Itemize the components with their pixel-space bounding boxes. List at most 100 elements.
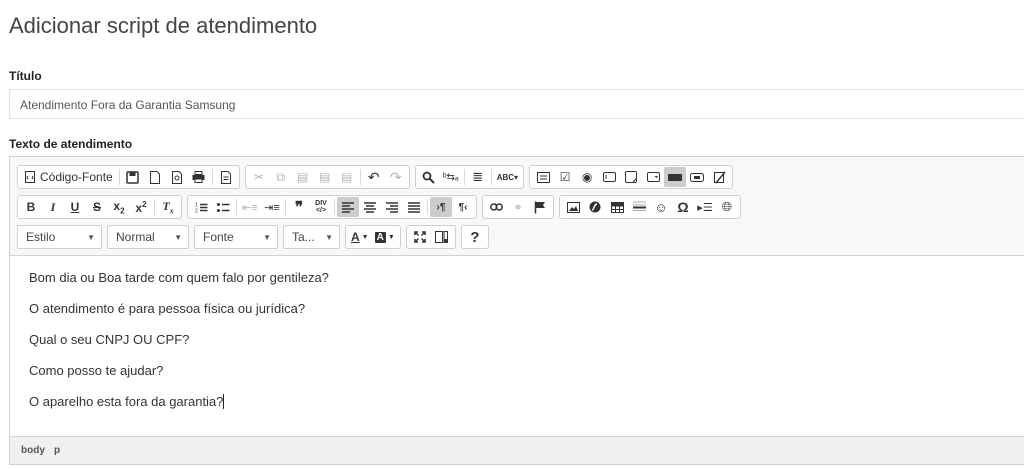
remove-format-button[interactable]: Tx: [157, 197, 179, 217]
align-right-button[interactable]: [381, 197, 403, 217]
undo-button[interactable]: ↶: [363, 167, 385, 187]
separator: [463, 169, 465, 185]
textarea-button[interactable]: [620, 167, 642, 187]
align-left-button[interactable]: [337, 197, 359, 217]
paragraph-group: 12 ⇤≡ ⇥≡ ❞ DIV </> ›¶ ¶‹: [187, 195, 477, 219]
superscript-icon: x2: [135, 199, 147, 215]
blockquote-icon: ❞: [294, 199, 304, 216]
bold-button[interactable]: B: [20, 197, 42, 217]
new-page-button[interactable]: [144, 167, 166, 187]
chevron-down-icon: ▼: [361, 233, 369, 241]
maximize-button[interactable]: [409, 227, 431, 247]
copy-button[interactable]: ⧉: [270, 167, 292, 187]
preview-button[interactable]: [166, 167, 188, 187]
italic-button[interactable]: I: [42, 197, 64, 217]
image-button-icon: [690, 172, 705, 182]
styles-dropdown[interactable]: Estilo ▼: [17, 225, 102, 249]
separator: [490, 169, 492, 185]
radio-icon: ◉: [581, 170, 593, 184]
separator: [427, 199, 428, 215]
show-blocks-button[interactable]: [431, 227, 453, 247]
spellcheck-button[interactable]: ABC▾: [494, 167, 521, 187]
help-button[interactable]: ?: [464, 227, 486, 247]
find-button[interactable]: [418, 167, 440, 187]
hidden-field-button[interactable]: [708, 167, 730, 187]
paste-text-button[interactable]: ▤: [314, 167, 336, 187]
justify-button[interactable]: [403, 197, 425, 217]
superscript-button[interactable]: x2: [130, 197, 152, 217]
anchor-icon: [534, 201, 546, 214]
horizontal-rule-icon: [632, 201, 646, 213]
save-icon: [126, 170, 139, 184]
chevron-down-icon: ▼: [87, 232, 95, 242]
page-break-button[interactable]: ▸☰: [694, 197, 716, 217]
ltr-button[interactable]: ›¶: [430, 197, 452, 217]
size-dropdown[interactable]: Ta... ▼: [283, 225, 340, 249]
tools-group: [405, 225, 456, 249]
select-all-button[interactable]: ≣: [467, 167, 489, 187]
editor-paragraph-last: O aparelho esta fora da garantia?: [29, 394, 329, 410]
separator: [154, 199, 155, 215]
anchor-button[interactable]: [529, 197, 551, 217]
path-item-body[interactable]: body: [21, 445, 45, 456]
titulo-input[interactable]: Atendimento Fora da Garantia Samsung: [9, 89, 1024, 119]
editor-content[interactable]: Bom dia ou Boa tarde com quem falo por g…: [29, 270, 329, 425]
form-button[interactable]: [532, 167, 554, 187]
redo-button[interactable]: ↷: [385, 167, 407, 187]
replace-button[interactable]: ᵇ⇆ₐ: [440, 167, 462, 187]
paste-word-icon: ▤: [341, 170, 353, 184]
justify-icon: [408, 201, 420, 213]
image-button-button[interactable]: [686, 167, 708, 187]
blockquote-button[interactable]: ❞: [288, 197, 310, 217]
outdent-button[interactable]: ⇤≡: [239, 197, 261, 217]
unlink-button[interactable]: ⚭: [507, 197, 529, 217]
button-field-button[interactable]: [664, 167, 687, 187]
link-icon: [489, 203, 503, 211]
numbered-list-button[interactable]: 12: [190, 197, 212, 217]
undo-icon: ↶: [367, 168, 380, 185]
flash-button[interactable]: [584, 197, 606, 217]
rtl-button[interactable]: ¶‹: [452, 197, 474, 217]
path-item-p[interactable]: p: [54, 445, 60, 456]
subscript-button[interactable]: x2: [108, 197, 130, 217]
paste-button[interactable]: ▤: [292, 167, 314, 187]
source-button[interactable]: Código-Fonte: [20, 167, 117, 187]
text-color-button[interactable]: A ▼: [348, 227, 372, 247]
textfield-icon: [602, 172, 616, 182]
smiley-button[interactable]: ☺: [650, 197, 672, 217]
indent-icon: ⇥≡: [264, 201, 280, 214]
size-dropdown-label: Ta...: [292, 230, 315, 244]
select-field-button[interactable]: [642, 167, 664, 187]
align-center-icon: [364, 201, 376, 213]
redo-icon: ↷: [389, 168, 402, 185]
align-center-button[interactable]: [359, 197, 381, 217]
special-char-button[interactable]: Ω: [672, 197, 694, 217]
print-button[interactable]: [188, 167, 210, 187]
indent-button[interactable]: ⇥≡: [261, 197, 283, 217]
chevron-down-icon: ▼: [174, 232, 182, 242]
element-path-bar: body p: [10, 436, 1024, 464]
special-char-icon: Ω: [677, 199, 689, 215]
image-button[interactable]: [562, 197, 584, 217]
bg-color-button[interactable]: A ▼: [372, 227, 398, 247]
strike-button[interactable]: S: [86, 197, 108, 217]
radio-button[interactable]: ◉: [576, 167, 598, 187]
paste-word-button[interactable]: ▤: [336, 167, 358, 187]
div-button[interactable]: DIV </>: [310, 197, 332, 217]
svg-text:2: 2: [195, 208, 198, 213]
checkbox-button[interactable]: ☑: [554, 167, 576, 187]
templates-button[interactable]: [215, 167, 237, 187]
save-button[interactable]: [122, 167, 144, 187]
underline-button[interactable]: U: [64, 197, 86, 217]
textfield-button[interactable]: [598, 167, 620, 187]
smiley-icon: ☺: [654, 199, 668, 215]
bulleted-list-button[interactable]: [212, 197, 234, 217]
link-button[interactable]: [485, 197, 507, 217]
help-icon: ?: [470, 228, 480, 246]
format-dropdown[interactable]: Normal ▼: [107, 225, 189, 249]
font-dropdown[interactable]: Fonte ▼: [194, 225, 278, 249]
cut-button[interactable]: ✂: [248, 167, 270, 187]
table-button[interactable]: [606, 197, 628, 217]
iframe-button[interactable]: 🌐︎: [716, 197, 738, 217]
horizontal-rule-button[interactable]: [628, 197, 650, 217]
